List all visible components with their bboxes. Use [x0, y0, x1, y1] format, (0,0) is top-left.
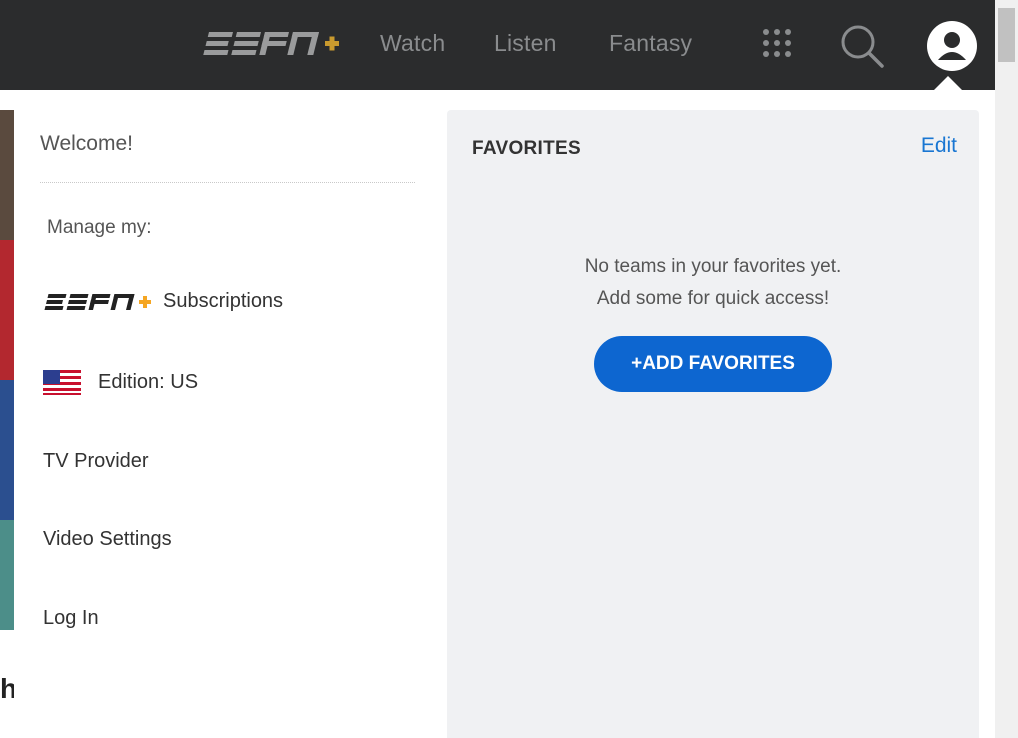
subscriptions-label: Subscriptions — [163, 290, 284, 312]
espn-plus-small-logo — [43, 292, 163, 312]
favorites-title: FAVORITES — [472, 138, 581, 159]
scrollbar-thumb[interactable] — [998, 8, 1015, 62]
divider — [40, 182, 415, 183]
espn-plus-logo[interactable] — [202, 28, 342, 60]
background-page: h — [0, 90, 14, 738]
favorites-edit-link[interactable]: Edit — [921, 134, 957, 158]
account-dropdown: Welcome! Manage my: Subscriptions Editio… — [14, 90, 995, 738]
favorites-panel: FAVORITES Edit No teams in your favorite… — [447, 110, 979, 738]
welcome-text: Welcome! — [40, 132, 133, 155]
add-favorites-button[interactable]: +ADD FAVORITES — [594, 336, 832, 392]
log-in-link[interactable]: Log In — [43, 607, 99, 630]
edition-link[interactable]: Edition: US — [43, 370, 198, 395]
profile-icon[interactable] — [926, 20, 978, 72]
search-icon[interactable] — [838, 22, 886, 70]
subscriptions-link[interactable]: Subscriptions — [43, 290, 283, 313]
us-flag-icon — [43, 370, 81, 395]
video-settings-link[interactable]: Video Settings — [43, 528, 172, 551]
favorites-empty-line2: Add some for quick access! — [596, 288, 830, 309]
edition-label: Edition: US — [98, 371, 199, 393]
grid-icon[interactable] — [760, 26, 794, 60]
manage-label: Manage my: — [47, 217, 152, 238]
top-nav: Watch Listen Fantasy — [0, 0, 995, 90]
favorites-empty-line1: No teams in your favorites yet. — [584, 256, 842, 277]
tv-provider-link[interactable]: TV Provider — [43, 450, 149, 473]
nav-listen[interactable]: Listen — [494, 30, 557, 57]
dropdown-caret — [934, 76, 962, 90]
nav-fantasy[interactable]: Fantasy — [609, 30, 692, 57]
scrollbar[interactable] — [995, 0, 1018, 738]
nav-watch[interactable]: Watch — [380, 30, 445, 57]
